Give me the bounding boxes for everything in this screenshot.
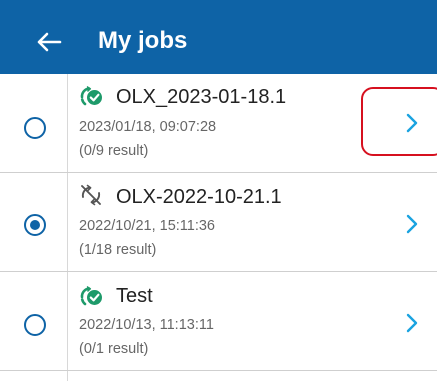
job-radio-selected[interactable] (24, 214, 46, 236)
job-row[interactable]: Test 2022/10/13, 11:13:11 (0/1 result) (0, 272, 437, 371)
row-divider-stub (67, 371, 68, 381)
row-divider (67, 272, 68, 370)
sync-check-icon (80, 85, 102, 106)
chevron-right-icon[interactable] (405, 112, 419, 134)
row-divider (67, 74, 68, 172)
job-result: (1/18 result) (79, 242, 157, 258)
chevron-right-icon[interactable] (405, 312, 419, 334)
sync-disabled-icon (81, 184, 101, 206)
job-name: OLX_2023-01-18.1 (116, 86, 287, 108)
job-date: 2022/10/21, 15:11:36 (79, 218, 215, 234)
job-result: (0/1 result) (79, 341, 149, 357)
app-header: My jobs (0, 0, 437, 74)
chevron-right-icon[interactable] (405, 213, 419, 235)
arrow-left-icon[interactable] (36, 31, 62, 53)
app: My jobs OLX_2023-01-18.1 2023/01/18, 09:… (0, 0, 437, 381)
job-list: OLX_2023-01-18.1 2023/01/18, 09:07:28 (0… (0, 74, 437, 371)
job-name: Test (116, 285, 153, 307)
job-date: 2023/01/18, 09:07:28 (79, 119, 217, 135)
job-name: OLX-2022-10-21.1 (116, 186, 282, 208)
sync-check-icon (80, 285, 102, 306)
job-row[interactable]: OLX-2022-10-21.1 2022/10/21, 15:11:36 (1… (0, 173, 437, 272)
job-row[interactable]: OLX_2023-01-18.1 2023/01/18, 09:07:28 (0… (0, 74, 437, 173)
page-title: My jobs (98, 27, 188, 54)
job-result: (0/9 result) (79, 143, 149, 159)
job-radio[interactable] (24, 117, 46, 139)
row-divider (67, 173, 68, 271)
job-date: 2022/10/13, 11:13:11 (79, 317, 214, 333)
job-radio[interactable] (24, 314, 46, 336)
